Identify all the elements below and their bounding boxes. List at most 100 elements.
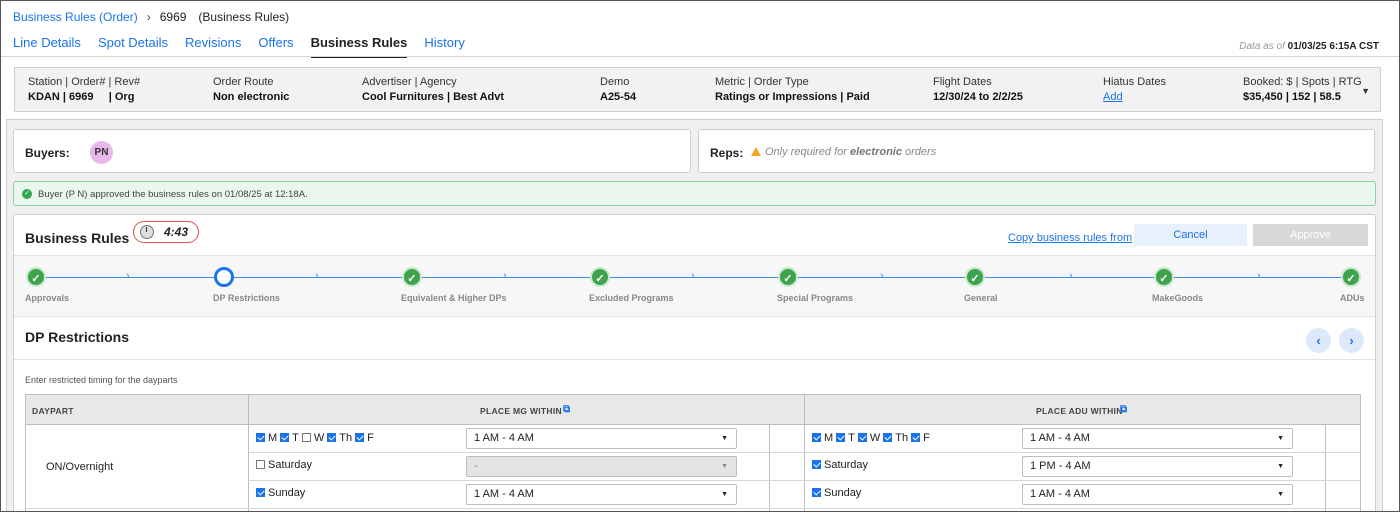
day-label: Th [895, 432, 909, 444]
reps-note-prefix: Only required for [765, 146, 847, 158]
column-header-place-mg: PLACE MG WITHIN [480, 406, 562, 416]
mg-saturday-time-select: - ▼ [466, 456, 737, 477]
step-label-general[interactable]: General [964, 293, 998, 303]
cancel-button[interactable]: Cancel [1134, 224, 1247, 246]
step-adus-check-icon[interactable]: ✓ [1341, 267, 1361, 287]
select-value: - [474, 460, 478, 472]
business-rules-card: Business Rules 4:43 Copy business rules … [13, 214, 1376, 511]
day-label: M [268, 432, 278, 444]
chevron-down-icon: ▼ [1277, 491, 1284, 498]
chevron-down-icon: ▼ [721, 435, 728, 442]
business-rules-title: Business Rules [25, 230, 130, 246]
mg-checkbox-t[interactable]: T [280, 432, 299, 444]
step-special-check-icon[interactable]: ✓ [778, 267, 798, 287]
step-label-equivalent[interactable]: Equivalent & Higher DPs [401, 293, 507, 303]
breadcrumb-current: (Business Rules) [198, 10, 290, 24]
chevron-right-icon: › [880, 270, 884, 282]
day-label: W [869, 432, 881, 444]
select-value: 1 AM - 4 AM [474, 432, 534, 444]
select-value: 1 AM - 4 AM [1030, 488, 1090, 500]
summary-label: Order Route [213, 76, 274, 88]
day-label: Th [339, 432, 353, 444]
tab-spot-details[interactable]: Spot Details [98, 33, 168, 58]
day-label: W [313, 432, 325, 444]
step-equivalent-check-icon[interactable]: ✓ [402, 267, 422, 287]
tab-line-details[interactable]: Line Details [13, 33, 81, 58]
adu-checkbox-f[interactable]: F [911, 432, 930, 444]
tab-revisions[interactable]: Revisions [185, 33, 241, 58]
row-divider [248, 480, 1360, 481]
mg-sunday-time-select[interactable]: 1 AM - 4 AM ▼ [466, 484, 737, 505]
step-excluded-check-icon[interactable]: ✓ [590, 267, 610, 287]
data-as-of: Data as of 01/03/25 6:15A CST [1239, 41, 1379, 52]
daypart-name: ON/Overnight [46, 461, 114, 473]
table-header: DAYPART PLACE MG WITHIN PLACE ADU WITHIN… [26, 395, 1360, 425]
chevron-down-icon: ▼ [721, 463, 728, 470]
chevron-left-icon[interactable]: ‹ [1306, 328, 1331, 353]
mg-weekday-time-select[interactable]: 1 AM - 4 AM ▼ [466, 428, 737, 449]
breadcrumb-order-id: 6969 [159, 10, 187, 24]
step-label-special[interactable]: Special Programs [777, 293, 853, 303]
tab-offers[interactable]: Offers [258, 33, 293, 58]
adu-checkbox-m[interactable]: M [812, 432, 833, 444]
summary-label: Hiatus Dates [1103, 76, 1166, 88]
approval-banner-text: Buyer (P N) approved the business rules … [38, 189, 308, 200]
mg-checkbox-w[interactable]: W [301, 432, 325, 444]
copy-icon[interactable]: ⧉ [563, 404, 570, 415]
summary-label: Booked: $ | Spots | RTG [1243, 76, 1362, 88]
chevron-down-icon[interactable]: ▼ [1361, 86, 1370, 96]
adu-checkbox-th[interactable]: Th [883, 432, 908, 444]
summary-booked: Booked: $ | Spots | RTG $35,450 | 152 | … [1243, 76, 1362, 103]
buyers-card: Buyers: PN [13, 129, 691, 173]
step-label-adus[interactable]: ADUs [1340, 293, 1365, 303]
mg-checkbox-f[interactable]: F [355, 432, 374, 444]
approve-button[interactable]: Approve [1253, 224, 1368, 246]
reps-note: Only required for electronic orders [765, 146, 936, 158]
reps-label: Reps: [710, 146, 744, 160]
breadcrumb-parent-link[interactable]: Business Rules (Order) [13, 10, 138, 24]
copy-icon[interactable]: ⧉ [1120, 404, 1127, 415]
adu-saturday-time-select[interactable]: 1 PM - 4 AM ▼ [1022, 456, 1293, 477]
mg-weekday-checkboxes: M T W Th F [256, 432, 377, 444]
summary-hiatus-dates: Hiatus Dates Add [1103, 76, 1166, 103]
step-approvals-check-icon[interactable]: ✓ [26, 267, 46, 287]
step-makegoods-check-icon[interactable]: ✓ [1154, 267, 1174, 287]
mg-checkbox-saturday[interactable]: Saturday [256, 459, 312, 471]
summary-flight-dates: Flight Dates 12/30/24 to 2/2/25 [933, 76, 1023, 103]
adu-checkbox-sunday[interactable]: Sunday [812, 487, 861, 499]
column-divider [804, 395, 805, 511]
row-divider [26, 508, 1360, 509]
step-label-approvals[interactable]: Approvals [25, 293, 69, 303]
summary-value: Non electronic [213, 91, 290, 103]
adu-weekday-time-select[interactable]: 1 AM - 4 AM ▼ [1022, 428, 1293, 449]
dp-restrictions-table: DAYPART PLACE MG WITHIN PLACE ADU WITHIN… [25, 394, 1361, 511]
summary-station: Station | Order# | Rev# KDAN | 6969 | Or… [28, 76, 140, 103]
adu-sunday-time-select[interactable]: 1 AM - 4 AM ▼ [1022, 484, 1293, 505]
step-label-excluded[interactable]: Excluded Programs [589, 293, 674, 303]
adu-checkbox-w[interactable]: W [857, 432, 881, 444]
column-divider [769, 425, 770, 511]
dp-restrictions-header: DP Restrictions ‹ › [14, 318, 1375, 360]
step-label-makegoods[interactable]: MakeGoods [1152, 293, 1203, 303]
step-dp-restrictions-current-icon[interactable] [214, 267, 234, 287]
adu-checkbox-t[interactable]: T [836, 432, 855, 444]
mg-checkbox-m[interactable]: M [256, 432, 277, 444]
approval-banner: ✓ Buyer (P N) approved the business rule… [13, 181, 1376, 206]
day-label: T [292, 432, 299, 444]
day-label: F [923, 432, 930, 444]
timer-value: 4:43 [164, 225, 189, 239]
mg-checkbox-th[interactable]: Th [327, 432, 352, 444]
tab-business-rules[interactable]: Business Rules [310, 33, 408, 58]
copy-business-rules-link[interactable]: Copy business rules from [1008, 232, 1132, 244]
step-general-check-icon[interactable]: ✓ [965, 267, 985, 287]
tab-history[interactable]: History [424, 33, 464, 58]
summary-value: A25-54 [600, 91, 637, 103]
reps-card: Reps: Only required for electronic order… [698, 129, 1375, 173]
step-label-dp-restrictions[interactable]: DP Restrictions [213, 293, 280, 303]
add-hiatus-link[interactable]: Add [1103, 91, 1166, 103]
mg-checkbox-sunday[interactable]: Sunday [256, 487, 305, 499]
adu-checkbox-saturday[interactable]: Saturday [812, 459, 868, 471]
chevron-right-icon[interactable]: › [1339, 328, 1364, 353]
avatar[interactable]: PN [90, 141, 113, 164]
order-summary-bar: Station | Order# | Rev# KDAN | 6969 | Or… [14, 67, 1381, 112]
